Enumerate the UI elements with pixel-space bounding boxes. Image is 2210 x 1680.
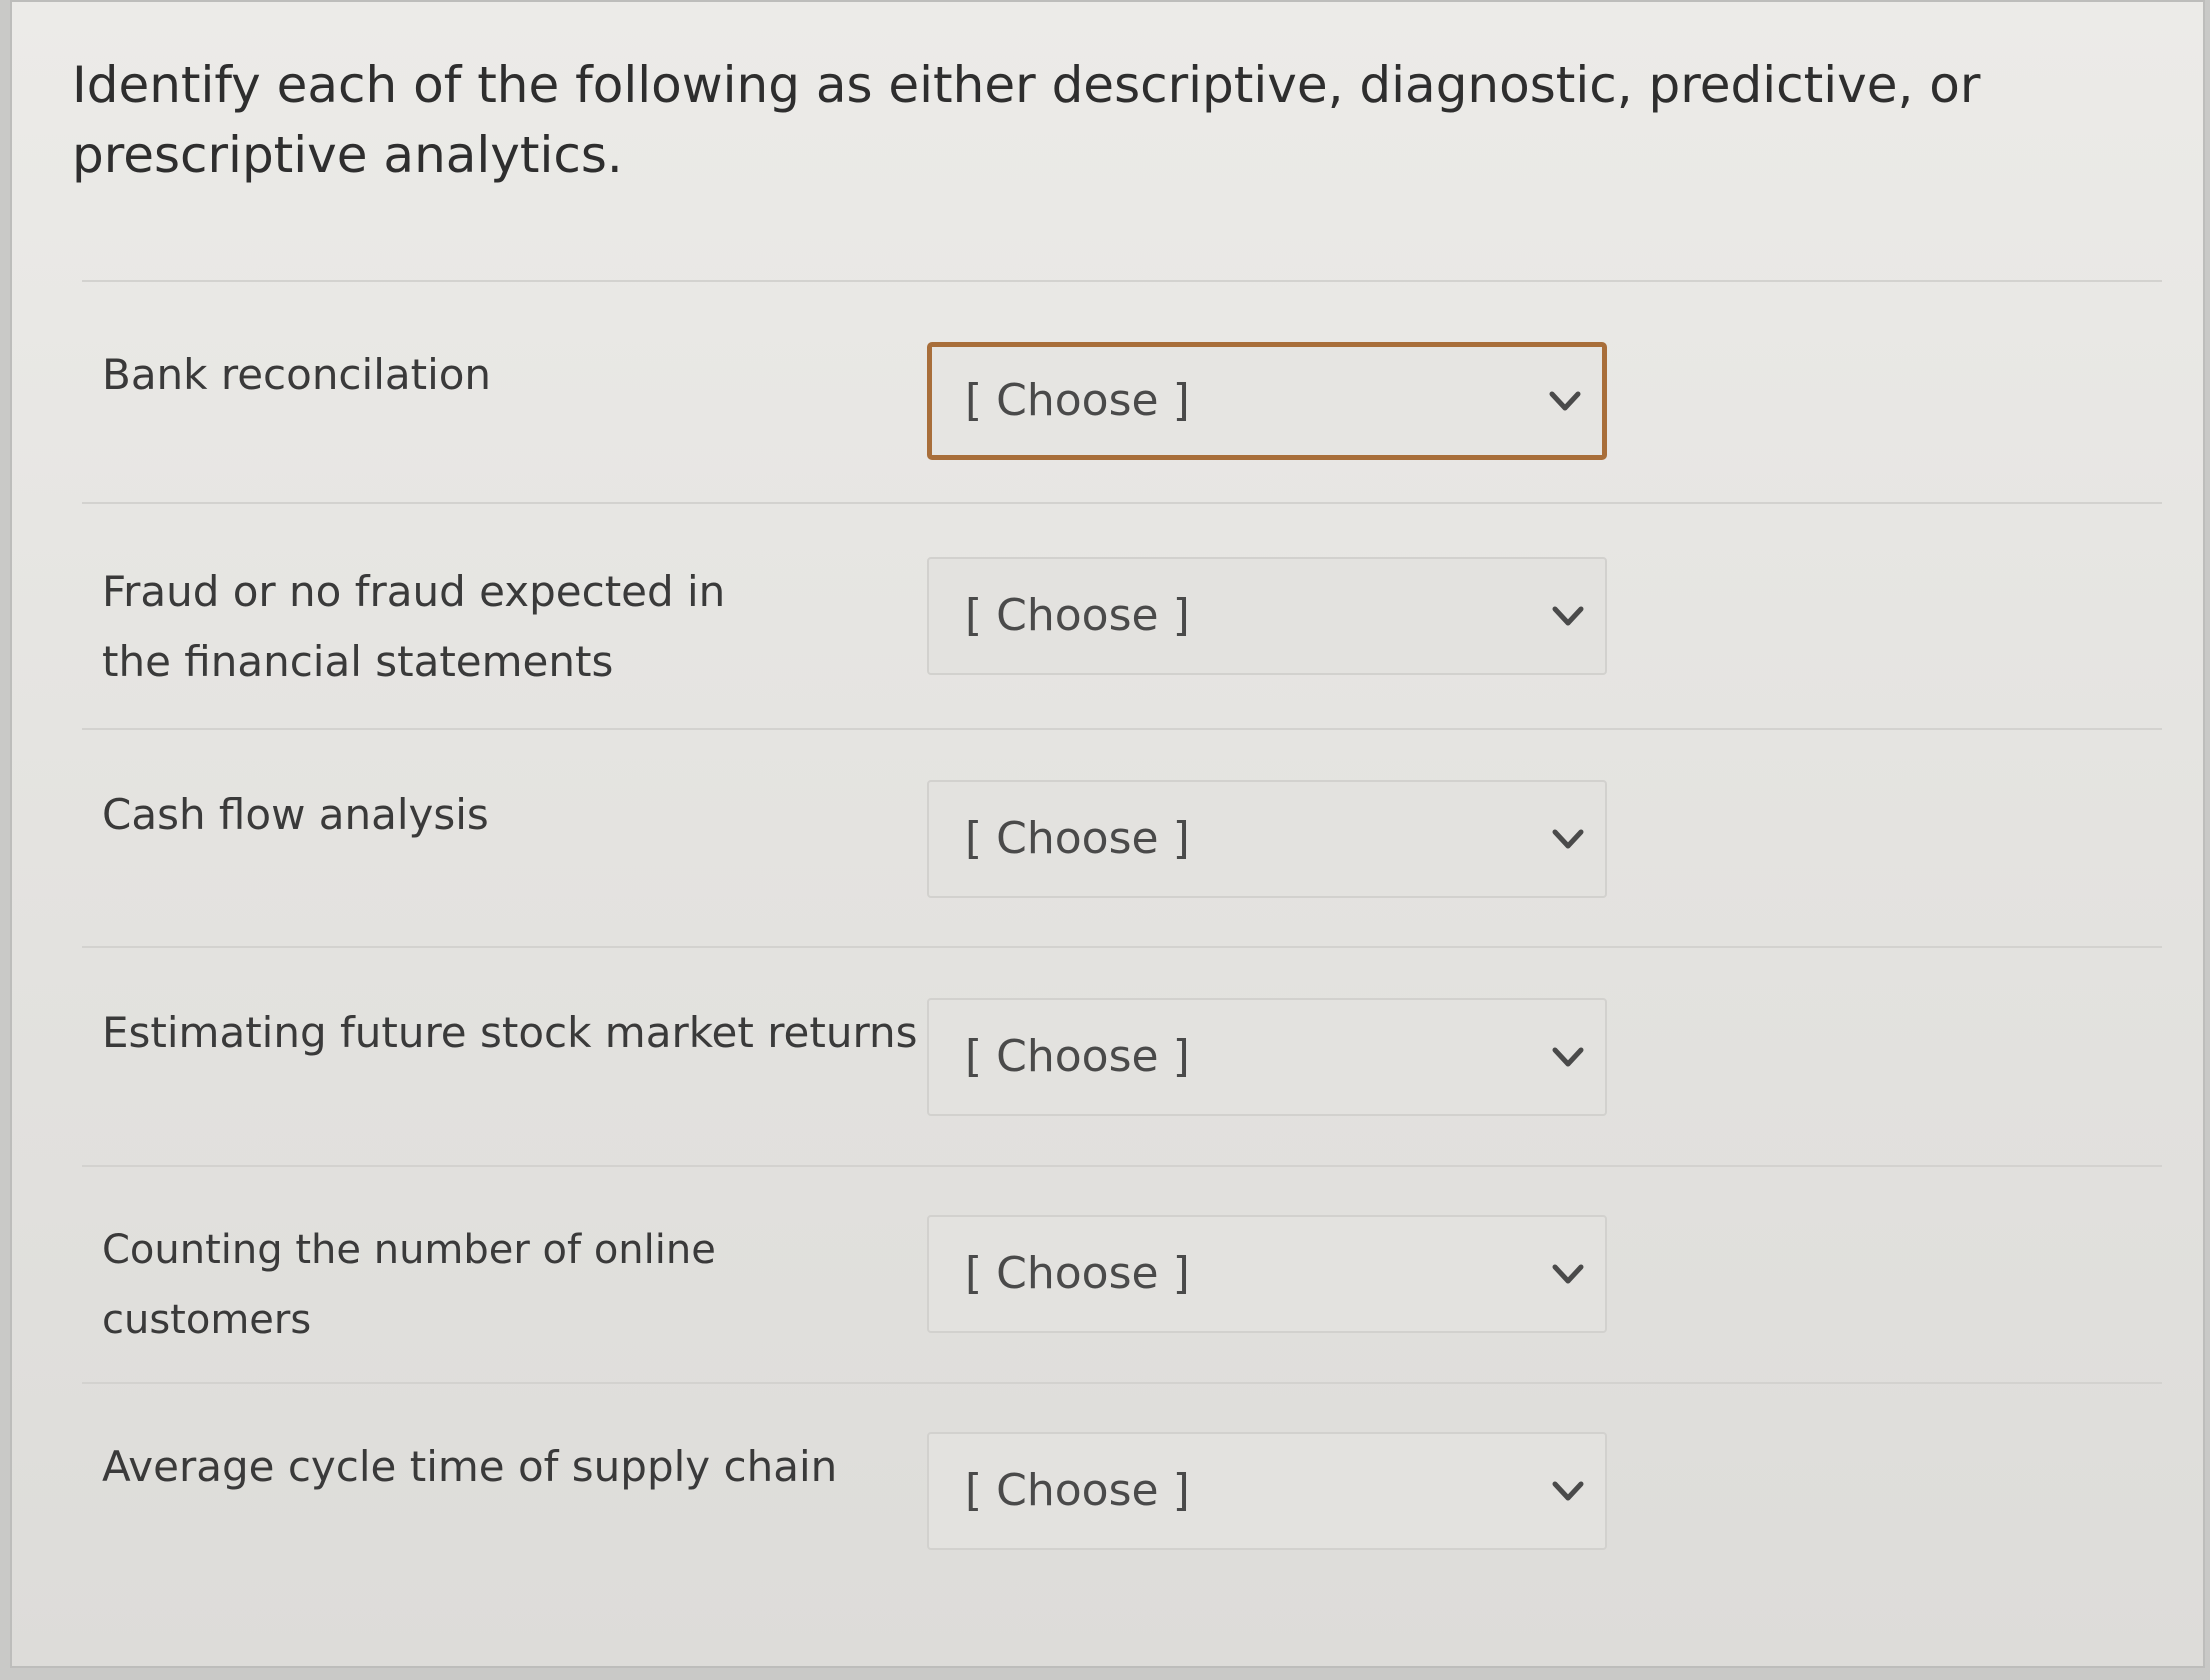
quiz-question-panel: Identify each of the following as either… (10, 0, 2205, 1668)
divider (82, 280, 2162, 282)
item-label: Bank reconcilation (102, 350, 492, 399)
matching-row: Estimating future stock market returns [… (12, 998, 2207, 1218)
matching-row: Average cycle time of supply chain [ Cho… (12, 1432, 2207, 1652)
answer-dropdown[interactable]: [ Choose ] (927, 342, 1607, 460)
item-label: Counting the number of online customers (102, 1227, 716, 1343)
dropdown-value: [ Choose ] (965, 813, 1190, 864)
item-label: Fraud or no fraud expected in the financ… (102, 567, 726, 686)
matching-row: Cash flow analysis [ Choose ] (12, 780, 2207, 1000)
answer-dropdown[interactable]: [ Choose ] (927, 1215, 1607, 1333)
answer-dropdown[interactable]: [ Choose ] (927, 557, 1607, 675)
dropdown-value: [ Choose ] (965, 1248, 1190, 1299)
chevron-down-icon (1552, 1481, 1584, 1501)
answer-dropdown[interactable]: [ Choose ] (927, 998, 1607, 1116)
chevron-down-icon (1552, 606, 1584, 626)
dropdown-value: [ Choose ] (965, 590, 1190, 641)
dropdown-value: [ Choose ] (965, 375, 1190, 426)
dropdown-value: [ Choose ] (965, 1465, 1190, 1516)
divider (82, 1382, 2162, 1384)
divider (82, 728, 2162, 730)
answer-dropdown[interactable]: [ Choose ] (927, 780, 1607, 898)
matching-row: Bank reconcilation [ Choose ] (12, 340, 2207, 560)
chevron-down-icon (1552, 1047, 1584, 1067)
answer-dropdown[interactable]: [ Choose ] (927, 1432, 1607, 1550)
divider (82, 502, 2162, 504)
divider (82, 946, 2162, 948)
item-label: Average cycle time of supply chain (102, 1442, 838, 1491)
divider (82, 1165, 2162, 1167)
dropdown-value: [ Choose ] (965, 1031, 1190, 1082)
item-label: Cash flow analysis (102, 790, 489, 839)
question-text: Identify each of the following as either… (72, 56, 1981, 184)
matching-row: Counting the number of online customers … (12, 1215, 2207, 1435)
chevron-down-icon (1549, 391, 1581, 411)
chevron-down-icon (1552, 829, 1584, 849)
chevron-down-icon (1552, 1264, 1584, 1284)
item-label: Estimating future stock market returns (102, 1008, 918, 1057)
matching-row: Fraud or no fraud expected in the financ… (12, 557, 2207, 777)
